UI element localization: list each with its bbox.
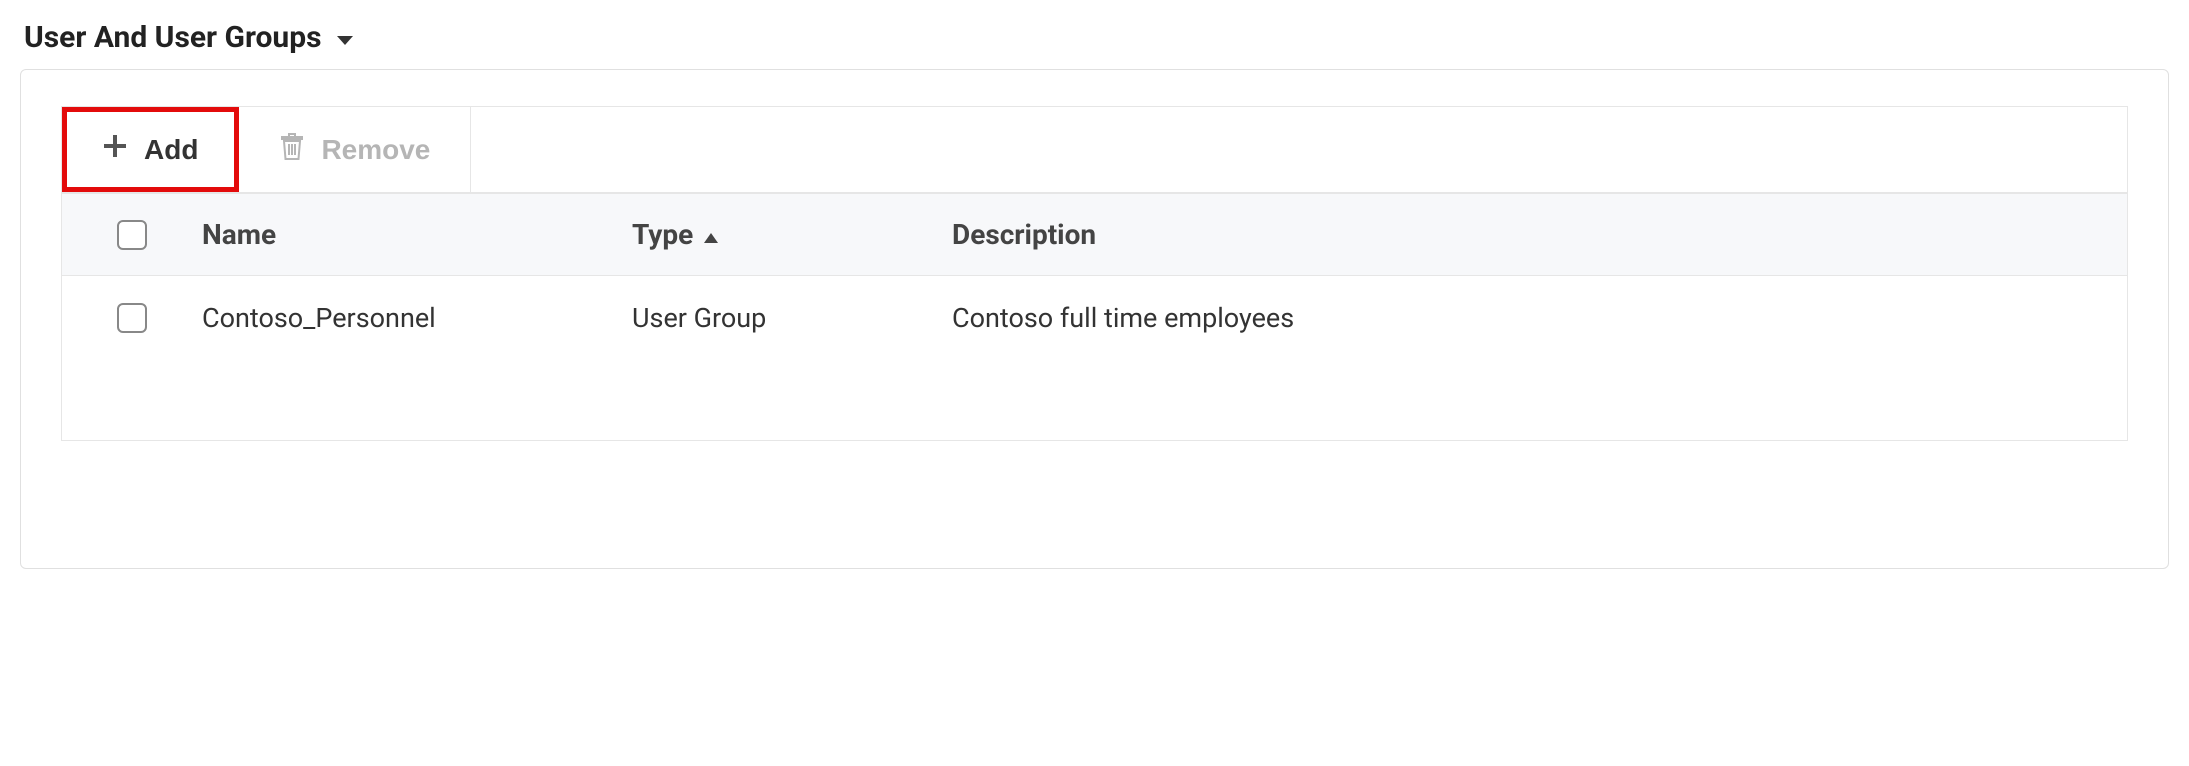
column-header-type[interactable]: Type (632, 218, 952, 251)
cell-type: User Group (632, 302, 952, 334)
add-button-label: Add (144, 134, 198, 166)
panel: Add Remove Name Type Descrip (20, 69, 2169, 569)
row-checkbox[interactable] (117, 303, 147, 333)
table-row[interactable]: Contoso_Personnel User Group Contoso ful… (62, 276, 2127, 360)
trash-icon (279, 131, 305, 168)
select-all-checkbox[interactable] (117, 220, 147, 250)
column-header-description[interactable]: Description (952, 218, 2127, 251)
cell-description: Contoso full time employees (952, 302, 2127, 334)
caret-down-icon (336, 20, 354, 55)
section-header[interactable]: User And User Groups (20, 20, 2169, 55)
toolbar-spacer (471, 107, 2127, 192)
plus-icon (102, 133, 128, 166)
column-header-name[interactable]: Name (202, 218, 632, 251)
sort-ascending-icon (703, 218, 719, 251)
table: Name Type Description Contoso_Personnel … (61, 192, 2128, 441)
table-header-row: Name Type Description (62, 193, 2127, 276)
add-button[interactable]: Add (62, 107, 239, 192)
remove-button-label: Remove (321, 134, 430, 166)
toolbar: Add Remove (61, 106, 2128, 192)
table-empty-space (62, 360, 2127, 440)
section-title: User And User Groups (24, 20, 322, 55)
cell-name: Contoso_Personnel (202, 302, 632, 334)
remove-button[interactable]: Remove (239, 107, 471, 192)
